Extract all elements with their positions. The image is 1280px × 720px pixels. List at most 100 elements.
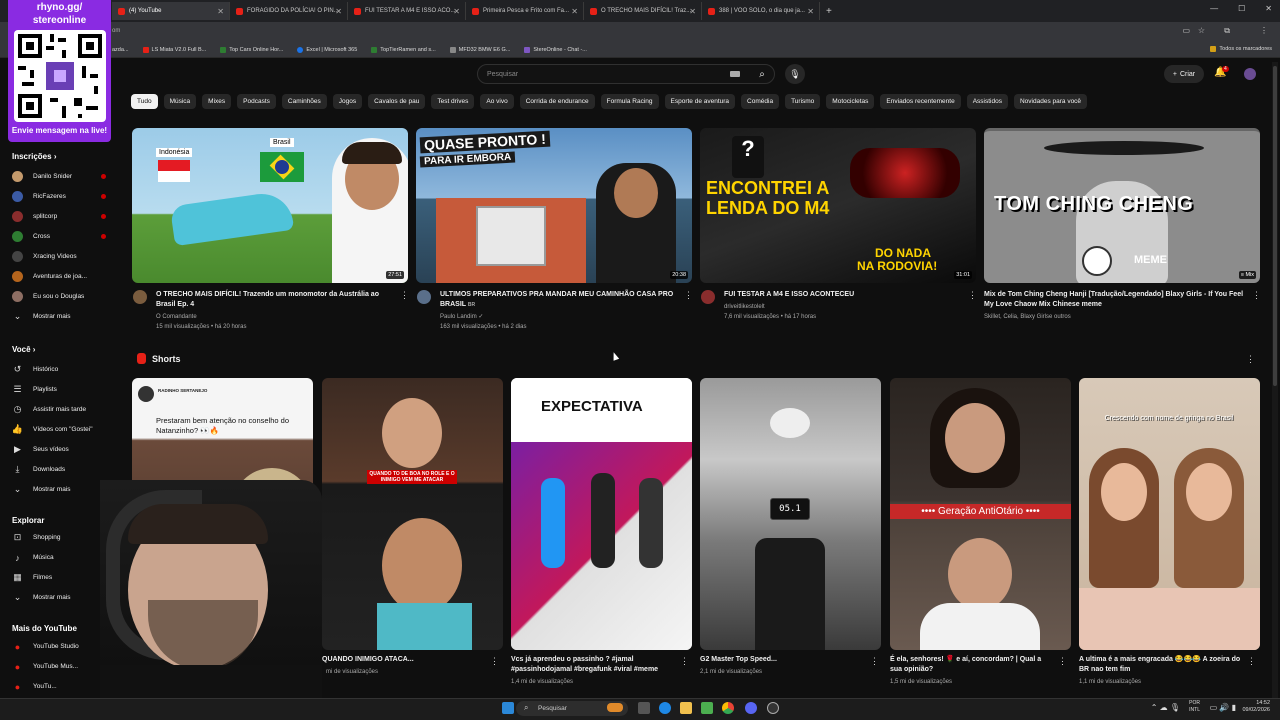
more-options-icon[interactable]: ⋮: [1246, 354, 1255, 365]
show-more-subscriptions[interactable]: ⌄ Mostrar mais: [12, 311, 112, 322]
browser-tab[interactable]: O TRECHO MAIS DIFÍCIL! Traz... ✕: [584, 2, 702, 20]
more-options-icon[interactable]: ⋮: [684, 290, 693, 301]
keyboard-icon[interactable]: [730, 71, 740, 77]
chip[interactable]: Tudo: [131, 94, 158, 109]
browser-tab[interactable]: (4) YouTube ✕: [112, 2, 230, 20]
chip[interactable]: Caminhões: [281, 94, 327, 109]
chip[interactable]: Corrida de endurance: [519, 94, 595, 109]
short-thumbnail[interactable]: 05.1: [700, 378, 881, 650]
browser-tab[interactable]: FUI TESTAR A M4 E ISSO ACO... ✕: [348, 2, 466, 20]
new-tab-icon[interactable]: +: [826, 6, 832, 17]
more-options-icon[interactable]: ⋮: [680, 656, 689, 667]
channel-name[interactable]: Skillet, Celia, Blaxy Girlse outros: [984, 313, 1071, 322]
more-options-icon[interactable]: ⋮: [870, 656, 879, 667]
browser-tab[interactable]: FORAGIDO DA POLÍCIA! O PIN... ✕: [230, 2, 348, 20]
chip[interactable]: Novidades para você: [1013, 94, 1088, 109]
create-button[interactable]: + Criar: [1164, 65, 1204, 83]
sidebar-item-music-app[interactable]: ● YouTube Mus...: [12, 661, 112, 672]
system-tray-icons[interactable]: ⌃ ☁ 🎙: [1151, 703, 1180, 712]
more-options-icon[interactable]: ⋮: [490, 656, 499, 667]
close-icon[interactable]: ✕: [217, 7, 224, 16]
sidebar-subscription[interactable]: splitcorp: [12, 211, 112, 222]
bookmark[interactable]: StereOnline - Chat -...: [524, 46, 587, 53]
sidebar-item-playlists[interactable]: ☰ Playlists: [12, 384, 112, 395]
sidebar-item-shopping[interactable]: ⊡ Shopping: [12, 532, 112, 543]
short-thumbnail[interactable]: EXPECTATIVA: [511, 378, 692, 650]
short-title[interactable]: É ela, senhores! 🌹 e aí, concordam? | Qu…: [890, 655, 1055, 675]
search-button[interactable]: ⌕: [750, 64, 774, 84]
sidebar-subscription[interactable]: Aventuras de joa...: [12, 271, 112, 282]
sidebar-subscription[interactable]: RicFazeres: [12, 191, 112, 202]
video-thumbnail[interactable]: Indonésia Brasil 27:51: [132, 128, 408, 283]
more-options-icon[interactable]: ⋮: [968, 290, 977, 301]
close-icon[interactable]: ✕: [807, 7, 814, 16]
more-options-icon[interactable]: ⋮: [1247, 656, 1256, 667]
avatar[interactable]: [1244, 68, 1256, 80]
short-thumbnail[interactable]: •••• Geração AntiOtário ••••: [890, 378, 1071, 650]
sidebar-item-liked[interactable]: 👍 Vídeos com "Gostei": [12, 424, 112, 435]
short-thumbnail[interactable]: Crescendo com nome de gringa no Brasil: [1079, 378, 1260, 650]
browser-tab[interactable]: 388 | VOO SOLO, o dia que ja... ✕: [702, 2, 820, 20]
close-icon[interactable]: ✕: [571, 7, 578, 16]
sidebar-item-studio[interactable]: ● YouTube Studio: [12, 641, 112, 652]
chip[interactable]: Enviados recentemente: [880, 94, 961, 109]
bookmark[interactable]: Top Cars Online Hor...: [220, 46, 283, 53]
channel-name[interactable]: Paulo Landim ✓: [440, 313, 483, 322]
bookmark[interactable]: TopTierRamen and s...: [371, 46, 436, 53]
maximize-icon[interactable]: ☐: [1238, 4, 1245, 13]
chip[interactable]: Assistidos: [966, 94, 1008, 109]
chip[interactable]: Cavalos de pau: [368, 94, 426, 109]
video-title[interactable]: O TRECHO MAIS DIFÍCIL! Trazendo um monom…: [156, 290, 396, 310]
star-icon[interactable]: ☆: [1198, 26, 1205, 35]
address-bar[interactable]: om ▭ ☆ ⧉ ⋮: [0, 22, 1280, 42]
channel-avatar[interactable]: [133, 290, 147, 304]
network-volume-icons[interactable]: ▭ 🔊 ▮: [1210, 703, 1236, 712]
subscriptions-heading[interactable]: Inscrições ›: [12, 152, 56, 161]
more-options-icon[interactable]: ⋮: [1058, 656, 1067, 667]
chip[interactable]: Música: [163, 94, 197, 109]
close-icon[interactable]: ✕: [689, 7, 696, 16]
short-title[interactable]: A ultima é a mais engracada 😂😂😂 A zoeira…: [1079, 655, 1244, 675]
chip[interactable]: Ao vivo: [480, 94, 514, 109]
video-title[interactable]: FUI TESTAR A M4 E ISSO ACONTECEU: [724, 290, 964, 300]
bookmark[interactable]: MFD32 BMW E6 G...: [449, 46, 510, 53]
channel-avatar[interactable]: [701, 290, 715, 304]
sidebar-item-history[interactable]: ↺ Histórico: [12, 364, 112, 375]
short-title[interactable]: Vcs já aprendeu o passinho ? #jamal #pas…: [511, 655, 676, 675]
task-view-icon[interactable]: [638, 702, 650, 714]
chip[interactable]: Mixes: [202, 94, 232, 109]
channel-avatar[interactable]: [417, 290, 431, 304]
sidebar-item-films[interactable]: ▦ Filmes: [12, 572, 112, 583]
more-options-icon[interactable]: ⋮: [1252, 290, 1261, 301]
clock[interactable]: 14:52 09/02/2026: [1242, 700, 1270, 714]
chrome-icon[interactable]: [722, 702, 734, 714]
obs-icon[interactable]: [767, 702, 779, 714]
sidebar-item-music[interactable]: ♪ Música: [12, 552, 112, 563]
language-indicator[interactable]: POR INTL: [1189, 700, 1200, 714]
menu-icon[interactable]: ⋮: [1260, 26, 1268, 35]
you-heading[interactable]: Você ›: [12, 345, 35, 354]
scrollbar-thumb[interactable]: [1273, 66, 1277, 386]
close-icon[interactable]: ✕: [335, 7, 342, 16]
more-options-icon[interactable]: ⋮: [400, 290, 409, 301]
bookmark[interactable]: azda...: [112, 47, 129, 53]
close-window-icon[interactable]: ✕: [1265, 4, 1272, 13]
sidebar-subscription[interactable]: Cross: [12, 231, 112, 242]
edge-icon[interactable]: [659, 702, 671, 714]
cast-icon[interactable]: ▭: [1182, 26, 1190, 35]
sidebar-item-your-videos[interactable]: ▶ Seus vídeos: [12, 444, 112, 455]
close-icon[interactable]: ✕: [453, 7, 460, 16]
store-icon[interactable]: [701, 702, 713, 714]
sidebar-subscription[interactable]: Eu sou o Douglas: [12, 291, 112, 302]
chip[interactable]: Comédia: [741, 94, 780, 109]
channel-name[interactable]: driveitlikestolelt: [724, 303, 765, 312]
windows-start-icon[interactable]: [502, 702, 514, 714]
channel-name[interactable]: O Comandante: [156, 313, 197, 322]
sidebar-item-watch-later[interactable]: ◷ Assistir mais tarde: [12, 404, 112, 415]
chip[interactable]: Test drives: [431, 94, 475, 109]
video-thumbnail[interactable]: QUASE PRONTO ! PARA IR EMBORA 20:38: [416, 128, 692, 283]
chip[interactable]: Podcasts: [237, 94, 276, 109]
voice-search-button[interactable]: 🎙: [785, 64, 805, 84]
sidebar-subscription[interactable]: Danilo Snider: [12, 171, 112, 182]
sidebar-item-youtube-kids[interactable]: ● YouTu...: [12, 681, 112, 692]
